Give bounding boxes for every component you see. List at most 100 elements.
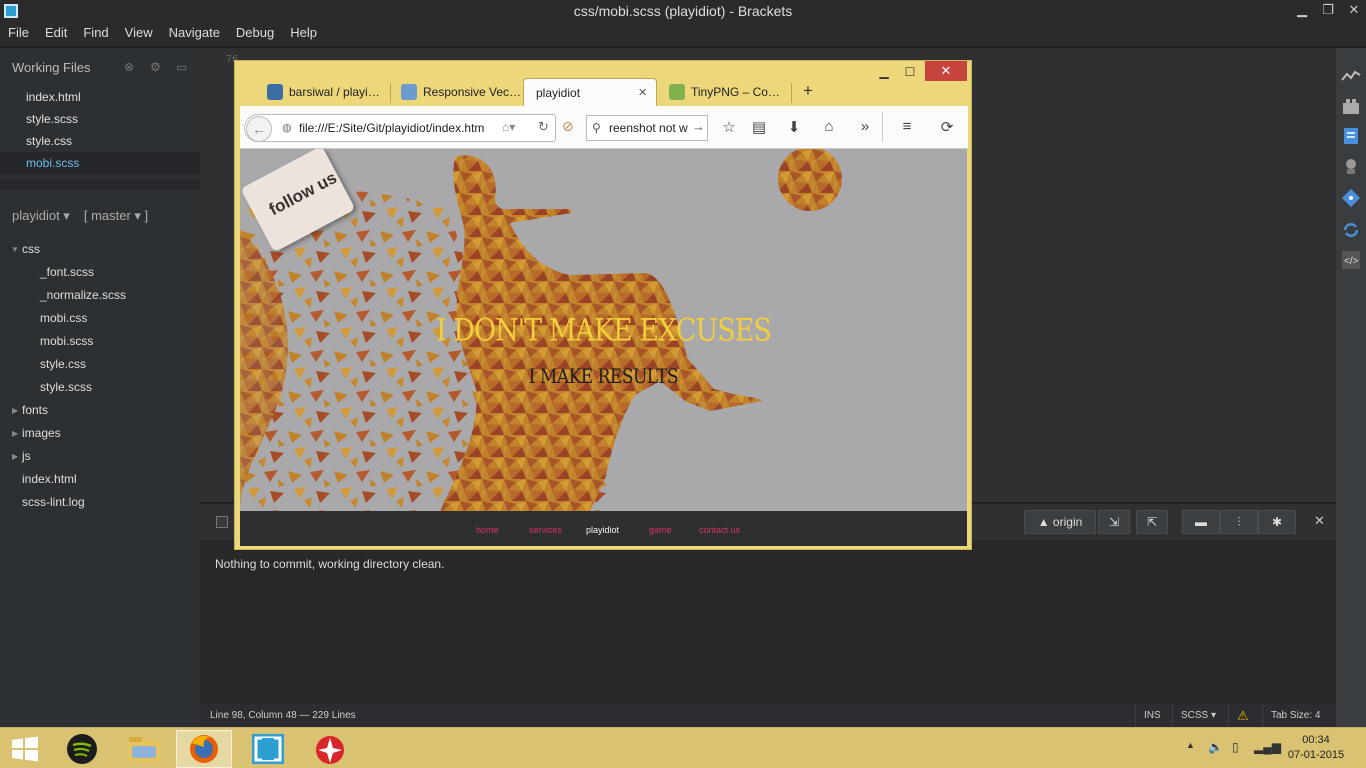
code-icon[interactable]: </> [1341,250,1361,270]
ff-maximize-button[interactable]: ☐ [895,63,925,83]
close-all-icon[interactable]: ⊗ [124,60,134,74]
gear-icon[interactable]: ⚙ [150,60,161,74]
globe-icon: ◍ [282,122,292,134]
insert-mode[interactable]: INS [1135,704,1169,727]
taskbar: ▲ 🔈 ▯ ▂▄▆ 00:34 07-01-2015 [0,727,1366,768]
bookmark-add-icon[interactable]: ⌂▾ [502,120,515,134]
warning-icon[interactable]: ⚠ [1228,704,1257,727]
tree-file[interactable]: _normalize.scss [0,284,200,307]
close-button[interactable]: ✕ [1340,2,1366,18]
project-name[interactable]: playidiot ▾ [12,208,70,223]
file-explorer-icon[interactable] [116,730,172,768]
tree-folder-fonts[interactable]: ▶ fonts [0,399,200,422]
nav-link-playidiot[interactable]: playidiot [586,525,619,535]
tree-file[interactable]: mobi.scss [0,330,200,353]
language-selector[interactable]: SCSS ▾ [1172,704,1224,727]
chevron-right-icon: ▶ [12,406,19,415]
tray-overflow-icon[interactable]: ▲ [1186,740,1195,750]
maximize-button[interactable]: ❐ [1314,2,1342,18]
overflow-icon[interactable]: » [854,118,876,135]
document-icon[interactable] [1341,126,1361,146]
firefox-taskbar-button[interactable] [176,730,232,768]
tree-folder-js[interactable]: ▶ js [0,445,200,468]
menu-debug[interactable]: Debug [228,22,282,42]
title-bar: css/mobi.scss (playidiot) - Brackets ▁ ❐… [0,0,1366,22]
tree-file[interactable]: mobi.css [0,307,200,330]
tree-folder-images[interactable]: ▶ images [0,422,200,445]
select-all-checkbox[interactable] [216,516,228,528]
pull-icon[interactable]: ⇲ [1098,510,1130,534]
back-button[interactable]: ← [246,116,272,142]
live-preview-icon[interactable] [1341,66,1361,86]
branch-selector[interactable]: [ master ▾ ] [84,208,148,223]
svg-text:</>: </> [1344,256,1359,267]
window-title: css/mobi.scss (playidiot) - Brackets [573,3,793,19]
tab-close-icon[interactable]: ✕ [638,79,647,106]
ff-close-button[interactable]: ✕ [925,61,967,81]
brackets-taskbar-icon[interactable] [240,730,296,768]
working-file-item[interactable]: index.html [0,86,200,108]
git-icon[interactable] [1341,188,1361,208]
origin-button[interactable]: ▲ origin [1024,510,1096,534]
nav-link-home[interactable]: home [476,525,499,535]
settings-sliders-icon[interactable]: ⫶ [1220,510,1258,534]
nav-link-contact[interactable]: contact us [699,525,740,535]
terminal-icon[interactable]: ▬ [1182,510,1220,534]
sidebar-divider [0,179,200,190]
tree-file[interactable]: index.html [0,468,200,491]
tree-folder-css[interactable]: ▼ css [0,238,200,261]
split-view-icon[interactable]: ▭ [176,60,187,74]
tab-size[interactable]: Tab Size: 4 [1262,704,1328,727]
menu-navigate[interactable]: Navigate [161,22,228,42]
tab-barsiwal[interactable]: barsiwal / playi… [261,78,389,106]
reading-list-icon[interactable]: ▤ [748,118,770,136]
windows-start-icon[interactable] [0,730,50,768]
reload-icon[interactable]: ↻ [538,119,549,135]
search-box[interactable]: ⚲ reenshot not w [586,115,708,141]
working-file-item[interactable]: style.scss [0,108,200,130]
tab-playidiot[interactable]: playidiot ✕ [523,78,657,106]
firefox-navbar: file:///E:/Site/Git/playidiot/index.htm … [240,106,968,149]
bookmark-star-icon[interactable]: ☆ [718,118,740,136]
firefox-window: ▁ ☐ ✕ barsiwal / playi… Responsive Vec… … [234,60,972,550]
network-signal-icon[interactable]: ▂▄▆ [1254,740,1281,754]
project-selector[interactable]: playidiot ▾ [ master ▾ ] [12,208,148,224]
tab-responsive-vec[interactable]: Responsive Vec… [395,78,521,106]
push-icon[interactable]: ⇱ [1136,510,1168,534]
menu-edit[interactable]: Edit [37,22,75,42]
sync-icon[interactable] [1341,220,1361,240]
nav-link-game[interactable]: game [649,525,672,535]
beautify-icon[interactable] [1341,156,1361,176]
minimize-button[interactable]: ▁ [1288,2,1316,18]
new-tab-button[interactable]: + [803,81,813,101]
git-status-message: Nothing to commit, working directory cle… [215,557,445,571]
extension-manager-icon[interactable] [1341,96,1361,116]
system-clock[interactable]: 00:34 07-01-2015 [1284,733,1348,763]
menu-view[interactable]: View [117,22,161,42]
close-panel-icon[interactable]: ✕ [1314,513,1325,529]
tree-file[interactable]: scss-lint.log [0,491,200,514]
menu-hamburger-icon[interactable]: ≡ [896,118,918,135]
tab-separator [390,83,391,103]
download-icon[interactable]: ⬇ [783,118,805,136]
home-icon[interactable]: ⌂ [818,118,840,135]
bug-icon[interactable]: ✱ [1258,510,1296,534]
working-file-item[interactable]: style.css [0,130,200,152]
tree-file[interactable]: _font.scss [0,261,200,284]
menu-file[interactable]: File [0,22,37,42]
tree-file[interactable]: style.css [0,353,200,376]
tree-file[interactable]: style.scss [0,376,200,399]
working-file-item-active[interactable]: mobi.scss [0,152,200,174]
sync-addon-icon[interactable]: ⟳ [936,118,958,136]
volume-icon[interactable]: 🔈 [1208,740,1223,754]
app-icon[interactable] [302,730,358,768]
site-favicon [401,84,417,100]
menu-help[interactable]: Help [282,22,325,42]
addon-icon[interactable]: ⊘ [562,118,574,135]
menu-find[interactable]: Find [75,22,116,42]
spotify-icon[interactable] [54,730,110,768]
tab-tinypng[interactable]: TinyPNG – Co… [663,78,791,106]
nav-link-services[interactable]: services [529,525,562,535]
battery-icon[interactable]: ▯ [1232,740,1239,754]
search-go-icon[interactable]: → [692,119,705,134]
